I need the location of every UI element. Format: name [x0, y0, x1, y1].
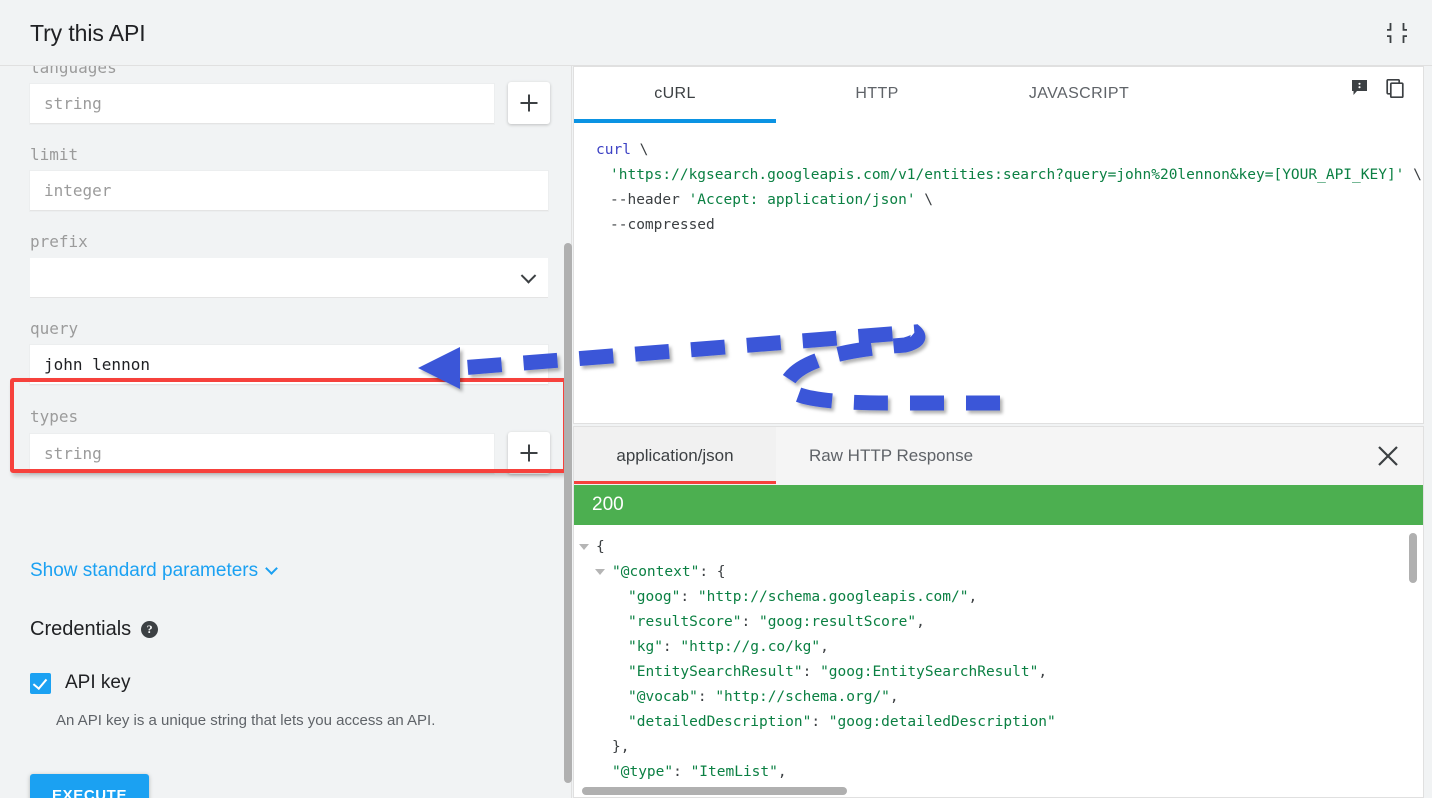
query-input[interactable]: [30, 345, 548, 385]
code-token: \: [916, 192, 933, 208]
help-question-icon[interactable]: ?: [141, 621, 158, 638]
json-line: "goog": "http://schema.googleapis.com/",: [628, 585, 1423, 610]
code-token: \: [631, 142, 648, 158]
json-line: "EntitySearchResult": "goog:EntitySearch…: [628, 660, 1423, 685]
active-tab-underline: [574, 119, 776, 123]
copy-icon[interactable]: [1386, 79, 1405, 98]
api-key-label: API key: [65, 672, 130, 694]
add-languages-button[interactable]: [508, 82, 550, 124]
code-line: --header 'Accept: application/json' \: [596, 188, 1423, 213]
code-and-response-panel: cURL HTTP JAVASCRIPT: [572, 66, 1432, 798]
types-input[interactable]: [30, 434, 494, 474]
request-parameters-panel: languages limit prefix query types: [0, 66, 572, 798]
code-token: 'Accept: application/json': [689, 192, 916, 208]
chevron-down-icon: [521, 268, 537, 284]
code-sample-card: cURL HTTP JAVASCRIPT: [573, 66, 1424, 424]
panel-header: Try this API: [0, 0, 1432, 66]
credentials-title: Credentials: [30, 618, 131, 641]
tab-application-json[interactable]: application/json: [574, 427, 776, 485]
credentials-heading: Credentials ?: [30, 618, 158, 641]
json-collapse-toggle-icon[interactable]: [579, 544, 589, 550]
field-label-query: query: [30, 319, 78, 338]
json-collapse-toggle-icon[interactable]: [595, 569, 605, 575]
tab-javascript[interactable]: JAVASCRIPT: [978, 67, 1180, 121]
curl-code-block: curl \'https://kgsearch.googleapis.com/v…: [574, 124, 1423, 424]
limit-input[interactable]: [30, 171, 548, 211]
json-line: "resultScore": "goog:resultScore",: [628, 610, 1423, 635]
json-horizontal-scrollbar[interactable]: [582, 787, 847, 795]
json-line: },: [612, 735, 1423, 760]
add-types-button[interactable]: [508, 432, 550, 474]
tab-http[interactable]: HTTP: [776, 67, 978, 121]
json-line: "@vocab": "http://schema.org/",: [628, 685, 1423, 710]
tab-curl[interactable]: cURL: [574, 67, 776, 121]
show-standard-parameters-label: Show standard parameters: [30, 560, 258, 582]
page-title: Try this API: [30, 20, 146, 47]
active-response-tab-underline: [574, 481, 776, 484]
code-token: curl: [596, 142, 631, 158]
field-label-languages: languages: [30, 66, 250, 80]
api-key-description: An API key is a unique string that lets …: [56, 712, 435, 729]
status-code: 200: [592, 494, 624, 516]
api-key-checkbox[interactable]: [30, 673, 51, 694]
collapse-fullscreen-icon[interactable]: [1384, 20, 1410, 46]
status-badge: 200: [574, 485, 1423, 525]
field-label-types: types: [30, 407, 78, 426]
response-tabs: application/json Raw HTTP Response: [574, 427, 1423, 485]
json-line: "@context": {: [612, 560, 1423, 585]
close-icon[interactable]: [1375, 443, 1401, 469]
code-token: --header: [610, 192, 680, 208]
execute-button[interactable]: EXECUTE: [30, 774, 149, 798]
chevron-down-icon: [265, 562, 278, 575]
json-line: {: [596, 535, 1423, 560]
code-line: --compressed: [596, 213, 1423, 238]
response-card: application/json Raw HTTP Response 200 {…: [573, 426, 1424, 798]
field-label-limit: limit: [30, 145, 78, 164]
code-line: curl \: [596, 138, 1423, 163]
field-label-prefix: prefix: [30, 232, 88, 251]
json-line: "detailedDescription": "goog:detailedDes…: [628, 710, 1423, 735]
prefix-select[interactable]: [30, 258, 548, 298]
left-panel-scrollbar[interactable]: [564, 243, 572, 783]
try-this-api-panel: Try this API languages limit prefix: [0, 0, 1432, 798]
feedback-comment-icon[interactable]: [1351, 79, 1370, 98]
tab-raw-http-response[interactable]: Raw HTTP Response: [776, 427, 1006, 485]
code-token: --compressed: [610, 217, 715, 233]
json-line: "@type": "ItemList",: [612, 760, 1423, 785]
json-vertical-scrollbar[interactable]: [1409, 533, 1417, 583]
code-token: 'https://kgsearch.googleapis.com/v1/enti…: [610, 167, 1404, 183]
json-line: "kg": "http://g.co/kg",: [628, 635, 1423, 660]
code-language-tabs: cURL HTTP JAVASCRIPT: [574, 67, 1423, 121]
code-line: 'https://kgsearch.googleapis.com/v1/enti…: [596, 163, 1423, 188]
code-token: \: [1404, 167, 1421, 183]
code-token: [680, 192, 689, 208]
json-response-body: {"@context": {"goog": "http://schema.goo…: [574, 525, 1423, 798]
languages-input[interactable]: [30, 84, 494, 124]
show-standard-parameters-link[interactable]: Show standard parameters: [30, 560, 276, 582]
api-key-checkbox-row[interactable]: API key: [30, 672, 130, 694]
code-action-buttons: [1351, 79, 1405, 98]
